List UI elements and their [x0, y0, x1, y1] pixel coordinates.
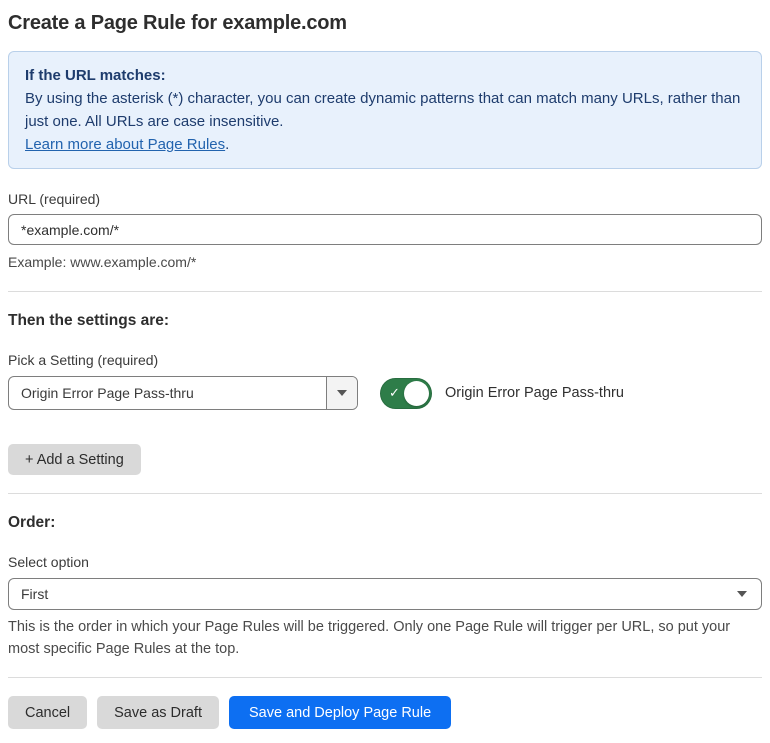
setting-picker-label: Pick a Setting (required)	[8, 352, 159, 368]
page-rule-form: Create a Page Rule for example.com If th…	[0, 0, 770, 743]
divider	[8, 291, 762, 292]
order-select[interactable]: First	[8, 578, 762, 610]
add-setting-button[interactable]: + Add a Setting	[8, 444, 141, 475]
chevron-down-icon	[737, 591, 747, 597]
setting-toggle-label: Origin Error Page Pass-thru	[445, 385, 624, 401]
setting-dropdown[interactable]: Origin Error Page Pass-thru	[8, 376, 358, 410]
divider	[8, 493, 762, 494]
setting-dropdown-value: Origin Error Page Pass-thru	[21, 385, 194, 401]
order-helper-text: This is the order in which your Page Rul…	[8, 619, 731, 657]
info-box-heading: If the URL matches:	[25, 67, 166, 84]
info-box-link-row: Learn more about Page Rules.	[25, 133, 745, 156]
setting-toggle[interactable]: ✓	[380, 377, 432, 409]
dropdown-arrow-button[interactable]	[326, 377, 357, 409]
url-input[interactable]	[8, 214, 762, 245]
url-match-info-box: If the URL matches: By using the asteris…	[8, 51, 762, 169]
setting-row: Origin Error Page Pass-thru ✓ Origin Err…	[8, 376, 762, 410]
chevron-down-icon	[337, 390, 347, 396]
toggle-knob	[404, 380, 429, 406]
info-box-body: By using the asterisk (*) character, you…	[25, 90, 741, 130]
save-draft-button[interactable]: Save as Draft	[97, 696, 219, 729]
order-select-label: Select option	[8, 554, 89, 570]
learn-more-link[interactable]: Learn more about Page Rules	[25, 136, 225, 153]
url-helper-text: Example: www.example.com/*	[8, 254, 197, 270]
url-label: URL (required)	[8, 191, 101, 207]
check-icon: ✓	[389, 385, 400, 401]
link-period: .	[225, 136, 230, 153]
cancel-button[interactable]: Cancel	[8, 696, 88, 729]
settings-heading: Then the settings are:	[8, 312, 170, 329]
order-heading: Order:	[8, 514, 56, 531]
footer-actions: Cancel Save as Draft Save and Deploy Pag…	[8, 677, 762, 743]
save-deploy-button[interactable]: Save and Deploy Page Rule	[228, 696, 452, 729]
page-title: Create a Page Rule for example.com	[8, 12, 347, 34]
order-select-value: First	[21, 586, 49, 602]
